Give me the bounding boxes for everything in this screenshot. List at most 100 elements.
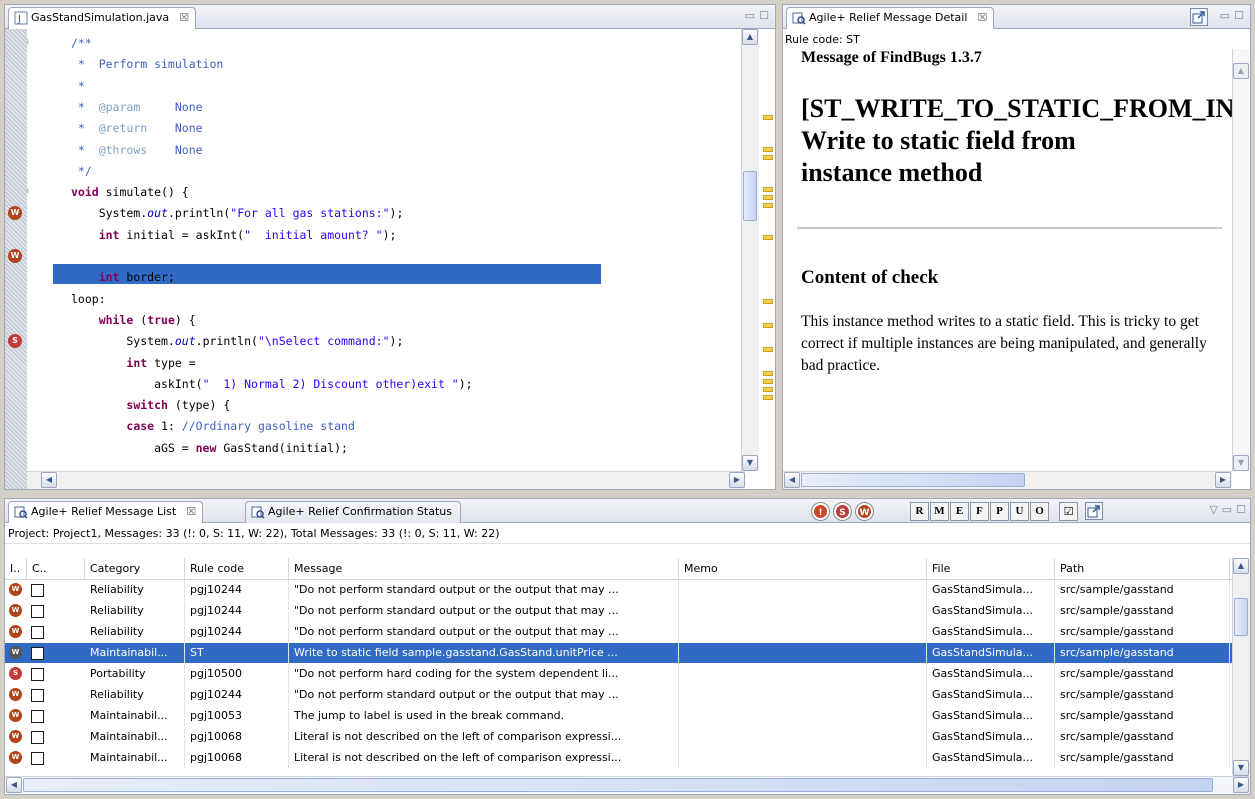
category-filter-button[interactable]: E [950,502,969,521]
column-header[interactable]: Memo [679,558,927,580]
minimize-icon[interactable]: ▭ [1220,9,1230,22]
code-line[interactable]: void simulate() { [71,182,189,203]
table-row[interactable]: W Maintainabil... pgj10053 The jump to labe… [5,706,1232,726]
overview-marker[interactable] [763,347,773,352]
editor-vertical-scrollbar[interactable]: ▲ ▼ [741,29,759,471]
confirm-checkbox[interactable] [31,689,44,702]
confirm-checkbox[interactable] [31,731,44,744]
warning-filter-icon[interactable]: W [856,503,873,520]
confirm-checkbox[interactable] [31,710,44,723]
detail-tab[interactable]: Agile+ Relief Message Detail ☒ [786,7,995,29]
maximize-icon[interactable]: ☐ [1236,503,1246,516]
overview-marker[interactable] [763,195,773,200]
table-row[interactable]: W Reliability pgj10244 "Do not perform stan… [5,580,1232,600]
table-row[interactable]: W Reliability pgj10244 "Do not perform stan… [5,622,1232,642]
column-header[interactable]: File [927,558,1055,580]
confirm-checkbox[interactable] [31,668,44,681]
column-header[interactable]: Message [289,558,679,580]
scroll-down-icon[interactable]: ▼ [1233,760,1249,776]
column-header[interactable]: C.. [27,558,85,580]
overview-ruler[interactable] [761,29,775,489]
confirm-checkbox[interactable] [31,752,44,765]
confirm-checkbox[interactable] [31,605,44,618]
scroll-up-icon[interactable]: ▲ [1233,63,1249,79]
tab-message-list[interactable]: Agile+ Relief Message List ☒ [8,501,204,523]
scroll-thumb[interactable] [743,171,757,221]
fold-toggle-icon[interactable]: ⊖ [27,186,29,197]
overview-marker[interactable] [763,395,773,400]
code-line[interactable]: /** [71,33,92,54]
scroll-up-icon[interactable]: ▲ [742,29,758,45]
confirmed-toggle-button[interactable]: ☑ [1059,502,1078,521]
minimize-icon[interactable]: ▭ [745,9,755,22]
category-filter-button[interactable]: O [1030,502,1049,521]
overview-marker[interactable] [763,203,773,208]
scroll-right-icon[interactable]: ▶ [1233,777,1249,793]
overview-marker[interactable] [763,147,773,152]
scroll-left-icon[interactable]: ◀ [784,472,800,488]
minimize-icon[interactable]: ▭ [1222,503,1232,516]
column-header[interactable]: I.. [5,558,27,580]
scroll-left-icon[interactable]: ◀ [41,472,57,488]
scroll-thumb[interactable] [801,473,1025,487]
warning-marker-icon[interactable]: W [8,249,22,263]
code-line[interactable]: * @throws None [71,140,203,161]
overview-marker[interactable] [763,115,773,120]
table-row[interactable]: S Portability pgj10500 "Do not perform hard… [5,664,1232,684]
confirm-checkbox[interactable] [31,647,44,660]
code-line[interactable]: * Perform simulation [71,54,223,75]
code-editor[interactable]: /** * Perform simulation * * @param None… [27,29,757,471]
overview-marker[interactable] [763,387,773,392]
maximize-icon[interactable]: ☐ [759,9,769,22]
maximize-icon[interactable]: ☐ [1234,9,1244,22]
table-row[interactable]: W Reliability pgj10244 "Do not perform stan… [5,685,1232,705]
overview-marker[interactable] [763,379,773,384]
category-filter-button[interactable]: M [930,502,949,521]
overview-marker[interactable] [763,299,773,304]
code-line[interactable]: askInt(" 1) Normal 2) Discount other)exi… [71,374,473,395]
fold-toggle-icon[interactable]: ⊖ [27,37,29,48]
table-row[interactable]: W Maintainabil... ST Write to static field … [5,643,1232,663]
table-horizontal-scrollbar[interactable]: ◀ ▶ [5,776,1250,794]
category-filter-button[interactable]: P [990,502,1009,521]
code-line[interactable]: System.out.println("\nSelect command:"); [71,331,403,352]
category-filter-button[interactable]: F [970,502,989,521]
code-line[interactable]: switch (type) { [71,395,230,416]
code-line[interactable]: * [71,76,85,97]
column-header[interactable]: Category [85,558,185,580]
scroll-up-icon[interactable]: ▲ [1233,558,1249,574]
code-line[interactable]: System.out.println("For all gas stations… [71,203,404,224]
table-row[interactable]: W Reliability pgj10244 "Do not perform stan… [5,601,1232,621]
code-line[interactable]: while (true) { [71,310,196,331]
category-filter-button[interactable]: R [910,502,929,521]
scroll-down-icon[interactable]: ▼ [1233,455,1249,471]
overview-marker[interactable] [763,155,773,160]
table-row[interactable]: W Maintainabil... pgj10068 Literal is not d… [5,727,1232,747]
column-header[interactable]: Path [1055,558,1230,580]
close-icon[interactable]: ☒ [179,8,189,28]
code-line[interactable]: int type = [71,353,195,374]
detail-horizontal-scrollbar[interactable]: ◀ ▶ [783,471,1232,489]
confirm-checkbox[interactable] [31,626,44,639]
error-filter-icon[interactable]: ! [812,503,829,520]
column-header[interactable]: Rule code [185,558,289,580]
code-line[interactable]: loop: [71,289,106,310]
table-row[interactable]: W Maintainabil... pgj10068 Literal is not d… [5,748,1232,768]
overview-marker[interactable] [763,235,773,240]
code-line[interactable]: int border; [71,267,175,288]
code-line[interactable]: GasStand.unitPrice = askInt(" unit price… [71,246,418,267]
scroll-left-icon[interactable]: ◀ [6,777,22,793]
export-icon[interactable] [1190,8,1208,26]
editor-tab[interactable]: J GasStandSimulation.java ☒ [8,7,197,29]
close-icon[interactable]: ☒ [186,502,196,522]
code-line[interactable]: case 1: //Ordinary gasoline stand [71,416,355,437]
code-line[interactable]: * @param None [71,97,203,118]
close-icon[interactable]: ☒ [978,8,988,28]
detail-vertical-scrollbar[interactable]: ▲ ▼ [1232,49,1250,471]
table-vertical-scrollbar[interactable]: ▲ ▼ [1232,558,1250,776]
export-icon[interactable] [1085,502,1103,520]
confirm-checkbox[interactable] [31,584,44,597]
message-table[interactable]: I.. C.. Category Rule code Message Memo File Pa… [5,552,1232,776]
scroll-right-icon[interactable]: ▶ [729,472,745,488]
code-line[interactable]: */ [71,161,92,182]
